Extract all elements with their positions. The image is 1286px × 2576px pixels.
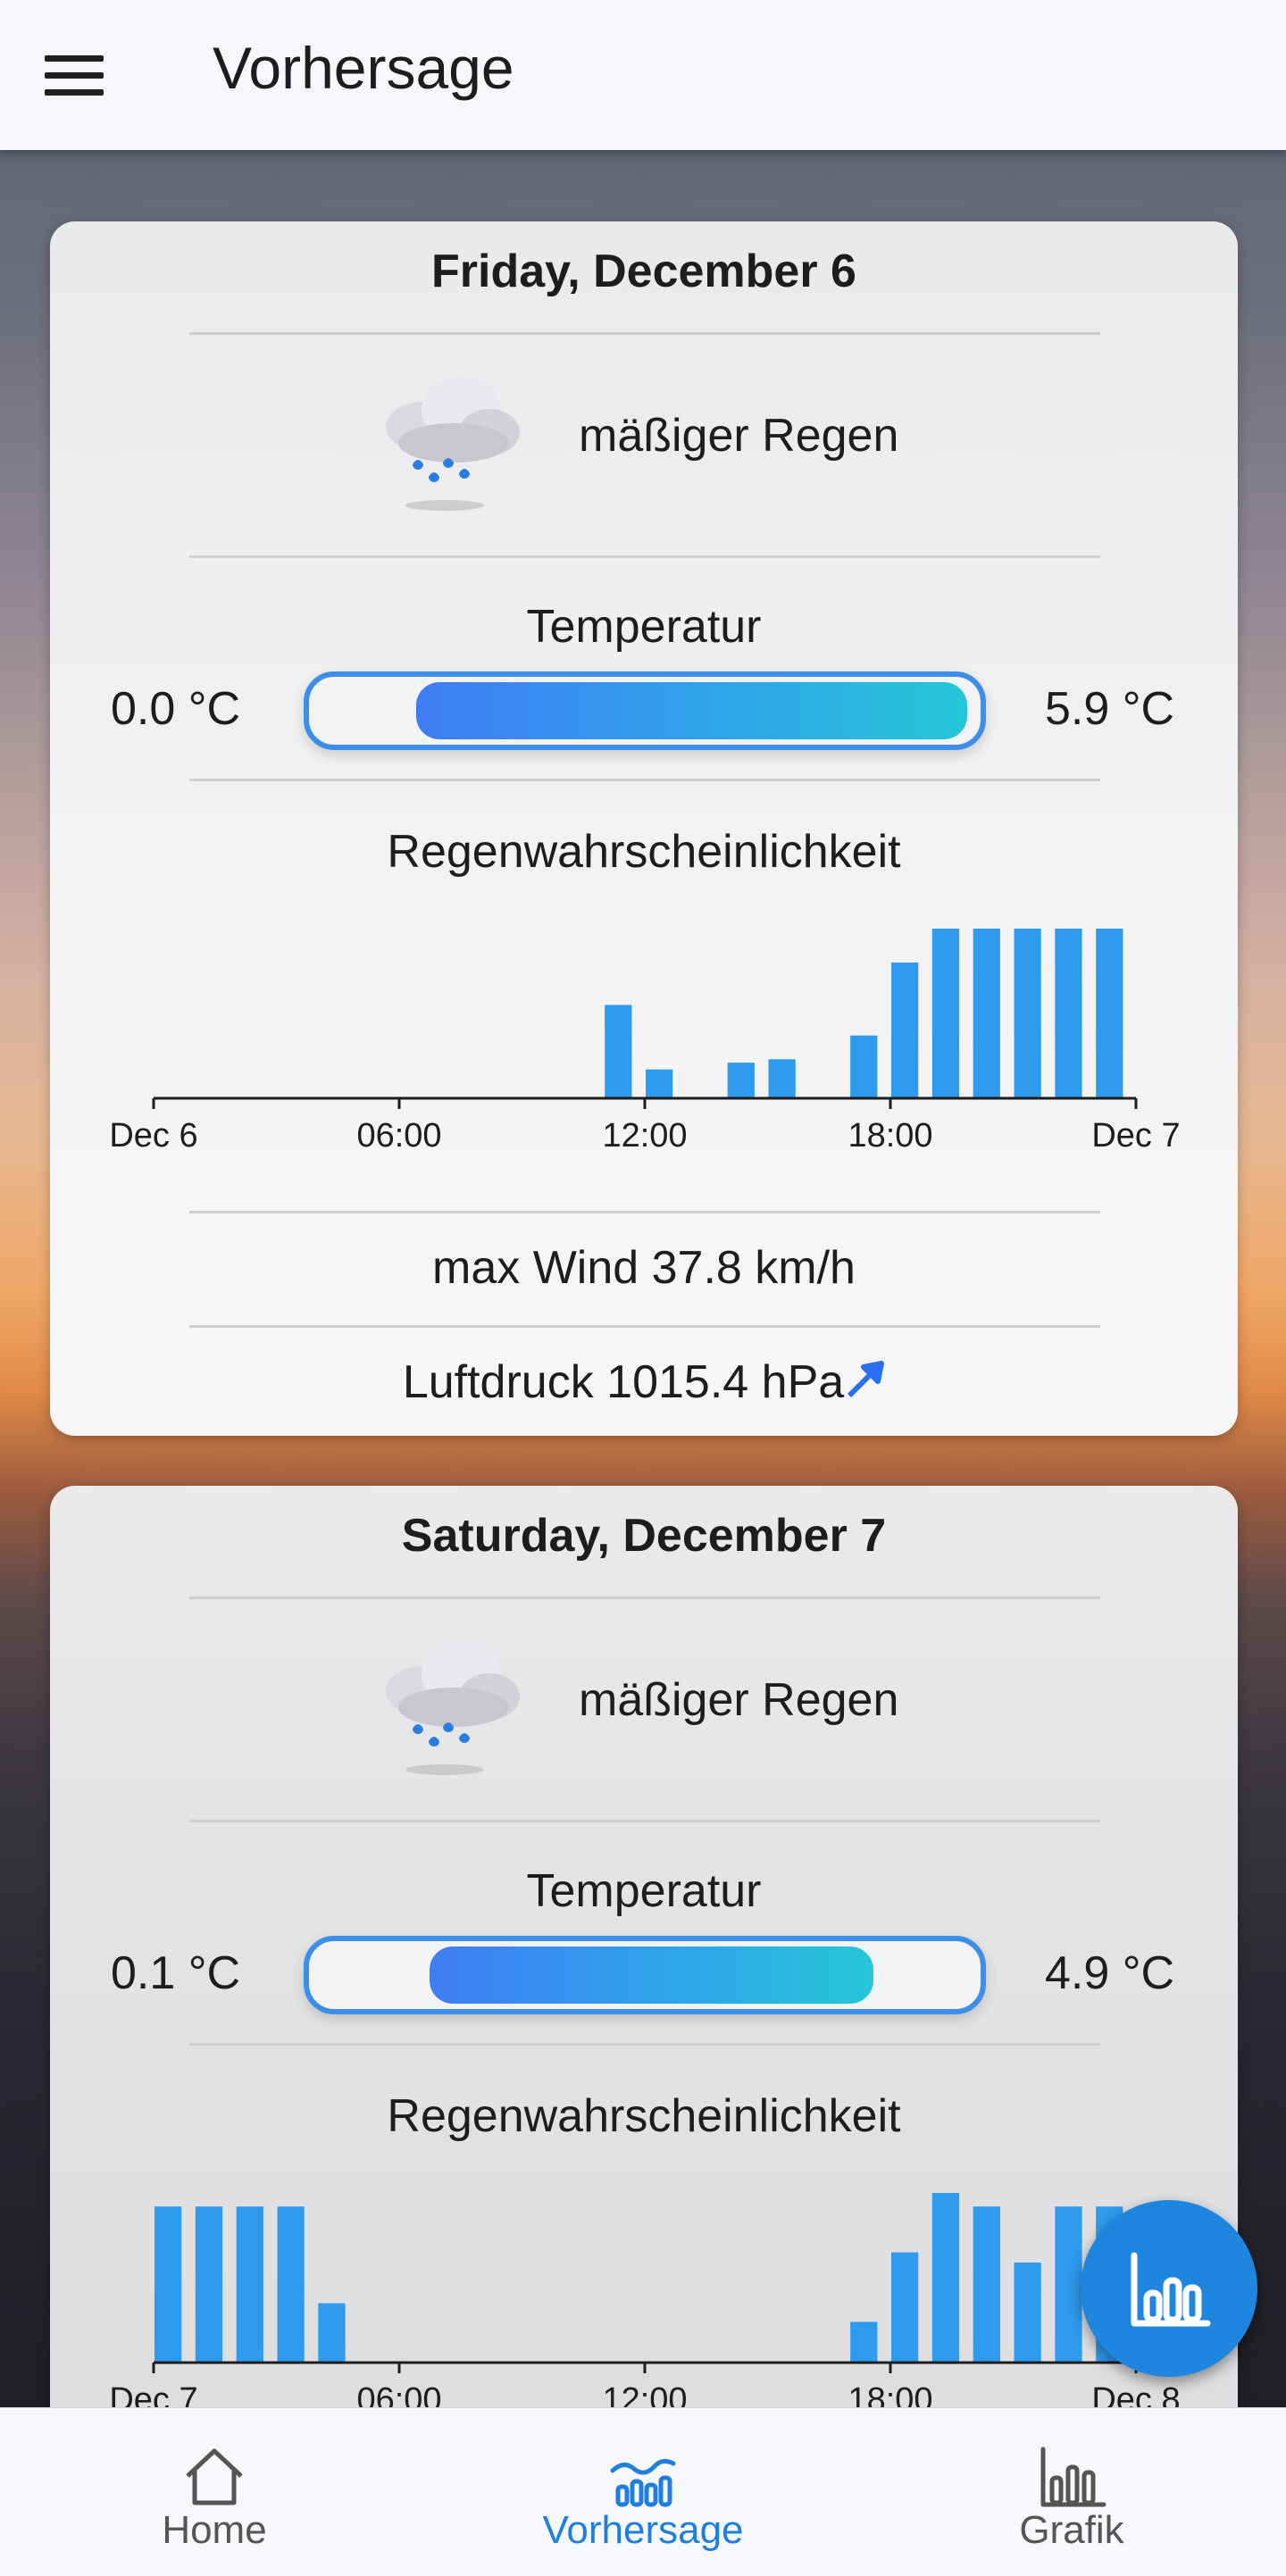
chart-view-button[interactable] xyxy=(1081,2200,1257,2377)
rain-cloud-icon xyxy=(386,1641,520,1775)
nav-item-graph[interactable]: Grafik xyxy=(938,2408,1206,2576)
rain-bar xyxy=(931,929,960,1098)
rain-bar xyxy=(277,2206,305,2363)
pressure-row: Luftdruck 1015.4 hPa xyxy=(50,1355,1238,1409)
rain-bar xyxy=(1055,929,1082,1098)
divider xyxy=(189,1211,1100,1213)
bar-chart-icon xyxy=(1131,2252,1211,2327)
rain-bar xyxy=(1014,2262,1041,2363)
rain-probability-label: Regenwahrscheinlichkeit xyxy=(387,826,901,878)
x-tick-label: Dec 6 xyxy=(109,1117,197,1155)
rain-bar xyxy=(646,1069,673,1098)
x-tick-label: 18:00 xyxy=(848,1117,932,1155)
temperature-range-bar xyxy=(304,671,986,750)
nav-item-home[interactable]: Home xyxy=(80,2408,348,2576)
temperature-label: Temperatur xyxy=(526,601,762,653)
x-tick-label: Dec 7 xyxy=(1091,1117,1180,1155)
temperature-label: Temperatur xyxy=(526,1865,762,1917)
divider xyxy=(189,332,1100,335)
page-title: Vorhersage xyxy=(213,35,514,101)
nav-label: Vorhersage xyxy=(542,2508,744,2552)
rain-bar xyxy=(236,2206,263,2363)
divider xyxy=(189,779,1100,781)
forecast-card: Friday, December 6 mäßiger Regen Tempera… xyxy=(50,221,1238,1436)
temp-max: 4.9 °C xyxy=(1045,1947,1175,1999)
app-bar: Vorhersage xyxy=(0,0,1286,150)
rain-probability-chart: Dec 6 06:00 12:00 18:00 Dec 7 xyxy=(109,929,1181,1155)
rain-bar xyxy=(850,1035,878,1098)
menu-icon[interactable] xyxy=(45,55,104,96)
divider xyxy=(189,1820,1100,1822)
rain-bar xyxy=(891,2252,919,2363)
rain-cloud-icon xyxy=(386,377,520,511)
bar-chart-icon xyxy=(1040,2447,1106,2507)
temperature-range-fill xyxy=(430,1947,873,2004)
rain-bar xyxy=(931,2193,960,2363)
rain-bar xyxy=(154,2206,182,2363)
condition-row: mäßiger Regen xyxy=(50,364,1238,516)
temp-max: 5.9 °C xyxy=(1045,683,1175,735)
bottom-navigation: Home Vorhersage Grafik xyxy=(0,2407,1286,2576)
x-tick-label: 12:00 xyxy=(602,1117,687,1155)
pressure-text: Luftdruck 1015.4 hPa xyxy=(402,1356,845,1408)
rain-bar xyxy=(1096,929,1123,1098)
divider xyxy=(189,1325,1100,1328)
pressure-rising-arrow-icon xyxy=(848,1361,885,1398)
rain-bar xyxy=(1014,929,1041,1098)
rain-probability-label: Regenwahrscheinlichkeit xyxy=(387,2090,901,2142)
rain-bar xyxy=(973,929,1000,1098)
rain-bar xyxy=(1055,2206,1082,2363)
forecast-date: Friday, December 6 xyxy=(431,246,856,297)
temp-min: 0.1 °C xyxy=(111,1947,241,1999)
rain-bar xyxy=(973,2206,1000,2363)
rain-probability-chart: Dec 7 06:00 12:00 18:00 Dec 8 xyxy=(109,2193,1181,2419)
rain-bar xyxy=(768,1059,796,1098)
max-wind: max Wind 37.8 km/h xyxy=(432,1242,856,1294)
nav-label: Grafik xyxy=(1019,2508,1124,2552)
divider xyxy=(189,2043,1100,2046)
nav-item-forecast[interactable]: Vorhersage xyxy=(509,2408,777,2576)
temp-min: 0.0 °C xyxy=(111,683,241,735)
temperature-range-fill xyxy=(416,682,967,739)
forecast-icon xyxy=(610,2458,676,2507)
rain-bar xyxy=(891,963,919,1098)
divider xyxy=(189,555,1100,558)
rain-bar xyxy=(605,1005,632,1098)
forecast-date: Saturday, December 7 xyxy=(401,1510,887,1562)
rain-bar xyxy=(318,2303,346,2363)
condition-text: mäßiger Regen xyxy=(579,1674,899,1726)
home-icon xyxy=(186,2448,243,2505)
rain-bar xyxy=(850,2322,878,2363)
rain-bar xyxy=(195,2206,223,2363)
nav-label: Home xyxy=(162,2508,267,2552)
temperature-range-bar xyxy=(304,1936,986,2014)
condition-text: mäßiger Regen xyxy=(579,410,899,462)
condition-row: mäßiger Regen xyxy=(50,1629,1238,1780)
x-tick-label: 06:00 xyxy=(356,1117,441,1155)
rain-bar xyxy=(727,1063,755,1098)
divider xyxy=(189,1596,1100,1599)
